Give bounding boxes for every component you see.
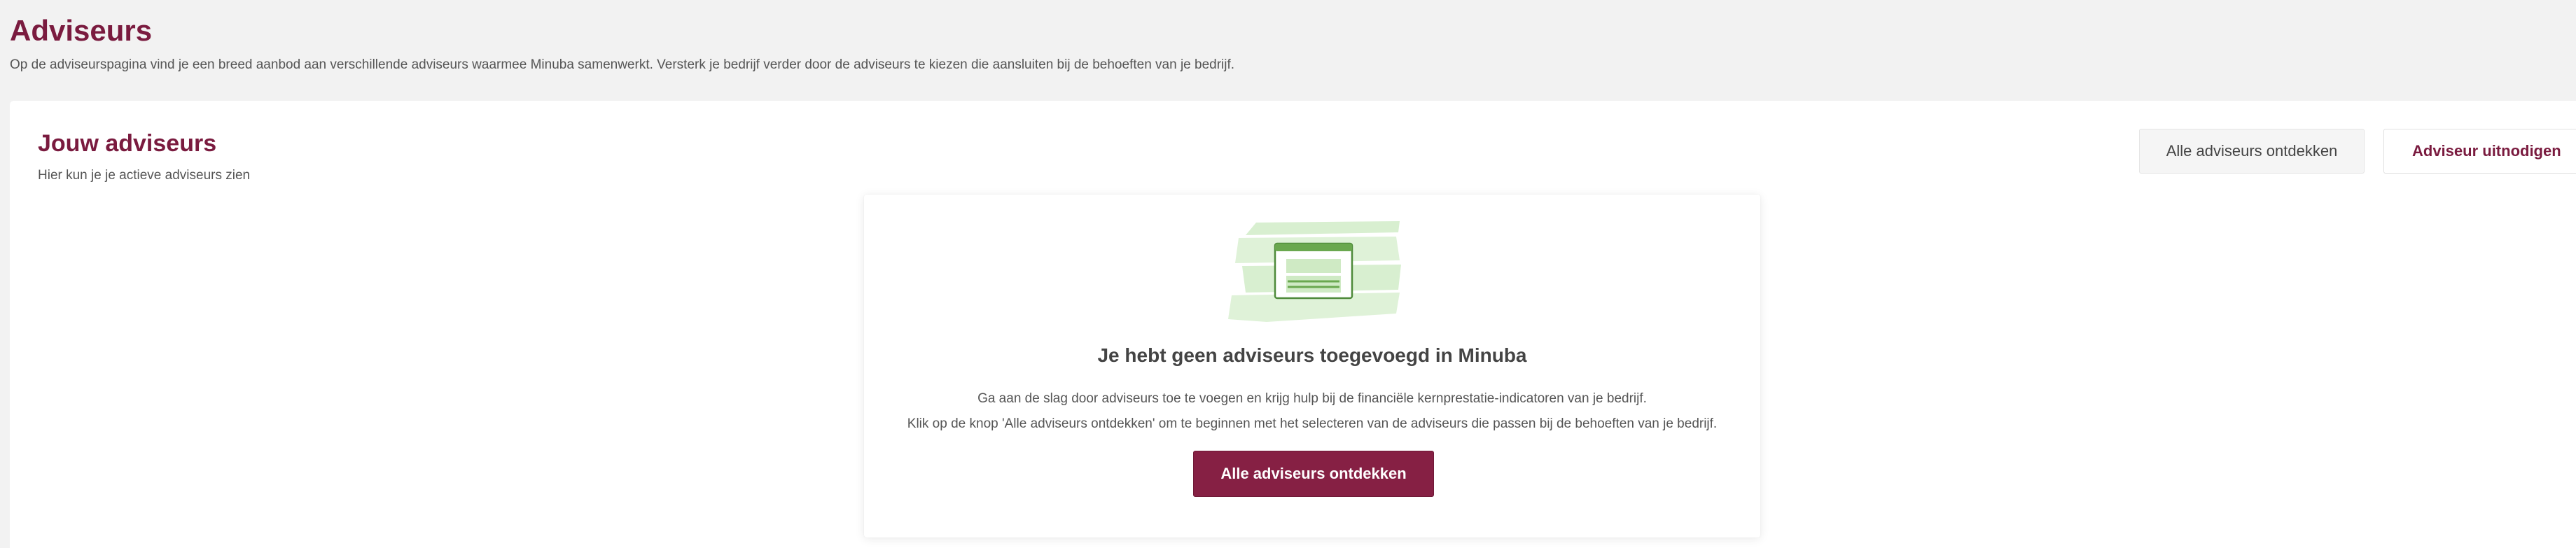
invite-advisor-button[interactable]: Adviseur uitnodigen xyxy=(2383,129,2576,174)
discover-advisors-button[interactable]: Alle adviseurs ontdekken xyxy=(2139,129,2365,174)
browser-window-illustration xyxy=(1228,221,1401,322)
discover-advisors-primary-button[interactable]: Alle adviseurs ontdekken xyxy=(1193,451,1434,497)
empty-state-text-1: Ga aan de slag door adviseurs toe te voe… xyxy=(977,391,1647,406)
advisors-card: Jouw adviseurs Hier kun je je actieve ad… xyxy=(10,101,2576,548)
empty-state-text-2: Klik op de knop 'Alle adviseurs ontdekke… xyxy=(907,416,1718,431)
page-intro: Op de adviseurspagina vind je een breed … xyxy=(10,57,1235,72)
section-title: Jouw adviseurs xyxy=(38,130,217,157)
page-header: Adviseurs Op de adviseurspagina vind je … xyxy=(10,13,2558,74)
section-subtitle: Hier kun je je actieve adviseurs zien xyxy=(38,168,251,183)
page-title: Adviseurs xyxy=(10,14,153,47)
empty-state-title: Je hebt geen adviseurs toegevoegd in Min… xyxy=(1097,344,1527,366)
empty-state-panel: Je hebt geen adviseurs toegevoegd in Min… xyxy=(864,195,1760,538)
